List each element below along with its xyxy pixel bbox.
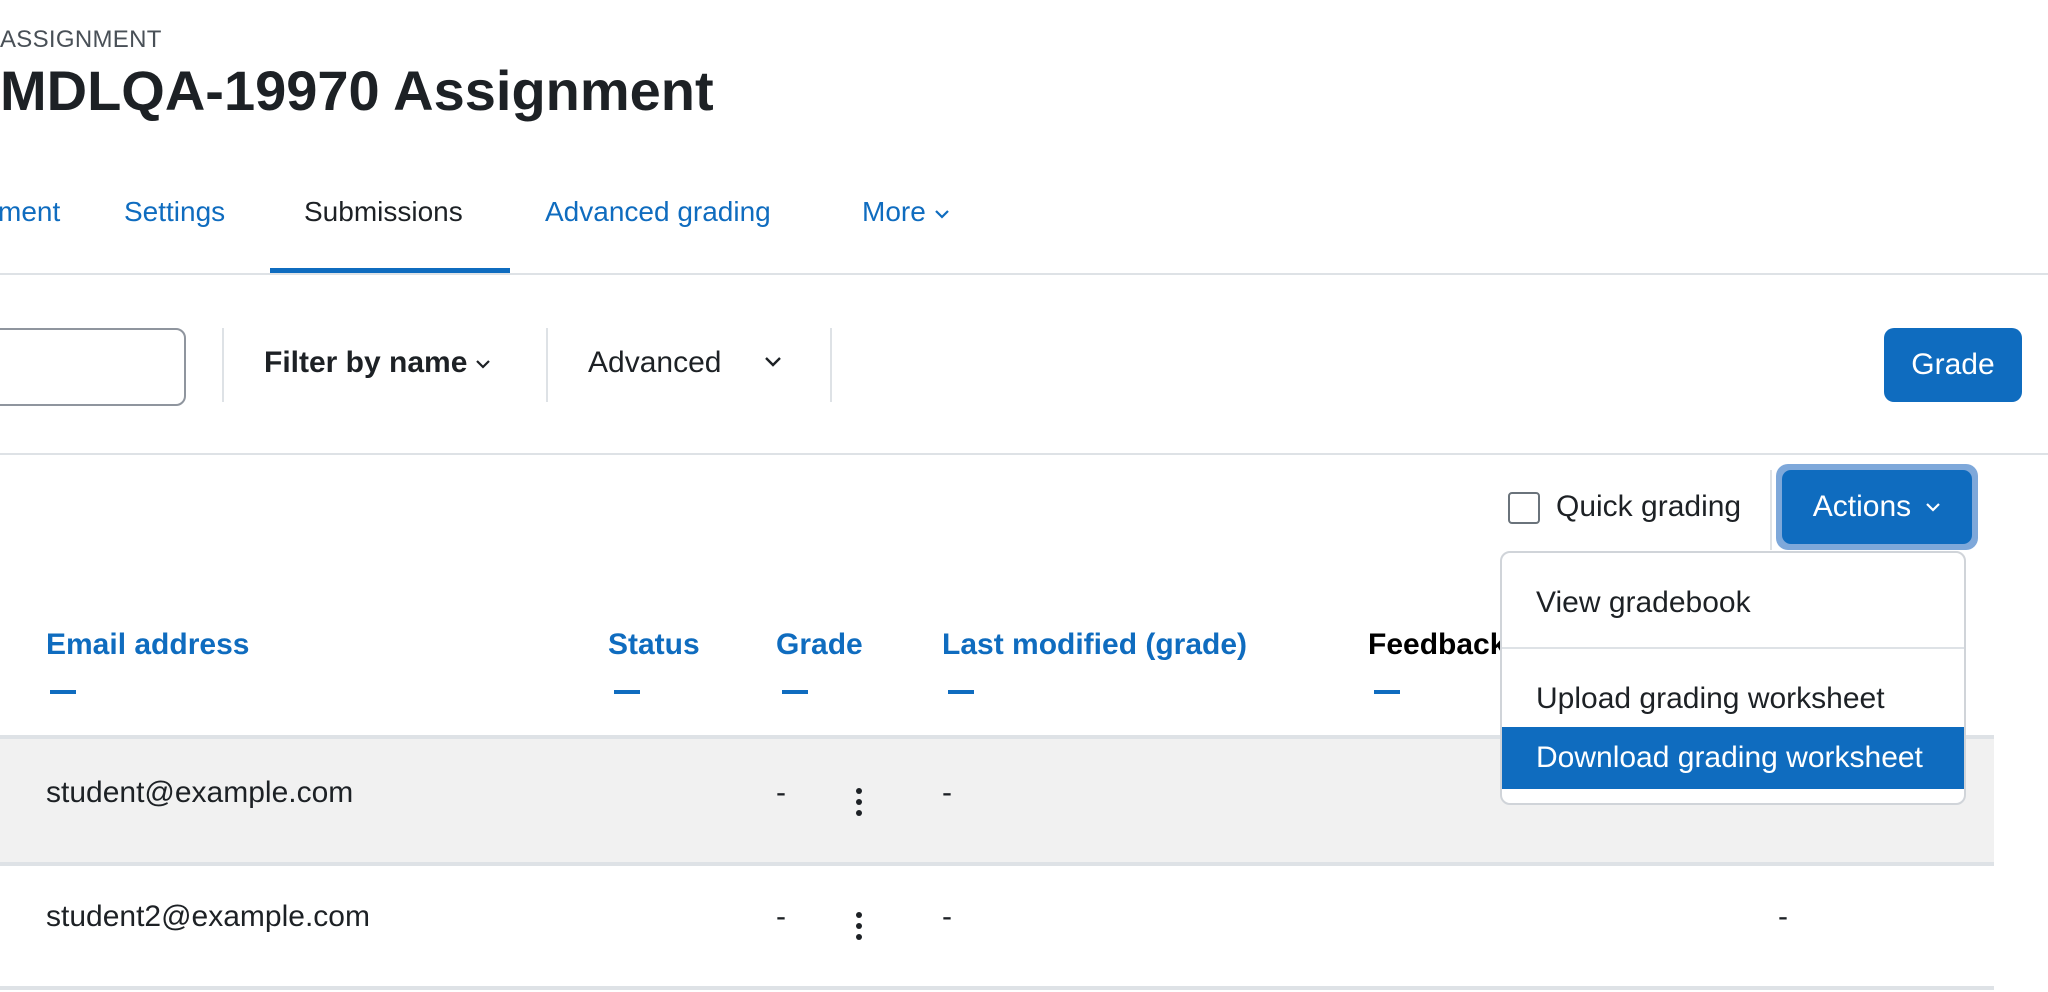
tab-submissions[interactable]: Submissions	[304, 196, 463, 228]
chevron-down-icon	[935, 209, 949, 219]
page-eyebrow: ASSIGNMENT	[0, 26, 162, 53]
collapse-column-icon[interactable]	[948, 690, 974, 694]
tab-assignment[interactable]: ment	[0, 196, 60, 228]
advanced-filter-button[interactable]: Advanced	[588, 346, 721, 380]
actions-dropdown-menu: View gradebook Upload grading worksheet …	[1500, 551, 1966, 805]
menu-item-upload-grading-worksheet[interactable]: Upload grading worksheet	[1502, 677, 1964, 721]
collapse-column-icon[interactable]	[50, 690, 76, 694]
row-divider	[0, 862, 1994, 866]
toolbar-divider-horizontal	[0, 453, 2048, 455]
grade-menu-kebab-icon[interactable]	[856, 788, 864, 821]
actions-button[interactable]: Actions	[1782, 470, 1972, 544]
options-divider	[1770, 470, 1772, 550]
cell-grade: -	[776, 900, 786, 933]
cell-grade: -	[776, 776, 786, 809]
tabs-divider	[0, 273, 2048, 275]
chevron-down-icon[interactable]	[764, 356, 782, 368]
search-input[interactable]	[0, 328, 186, 406]
cell-email: student2@example.com	[46, 900, 370, 933]
collapse-column-icon[interactable]	[1374, 690, 1400, 694]
column-header-status[interactable]: Status	[608, 628, 700, 662]
quick-grading-checkbox[interactable]	[1508, 492, 1540, 524]
menu-item-download-grading-worksheet[interactable]: Download grading worksheet	[1502, 727, 1964, 789]
chevron-down-icon	[1926, 503, 1940, 512]
column-header-grade[interactable]: Grade	[776, 628, 863, 662]
filter-by-name-button[interactable]: Filter by name	[264, 346, 491, 380]
menu-divider	[1502, 647, 1964, 649]
menu-item-view-gradebook[interactable]: View gradebook	[1502, 581, 1964, 625]
column-header-last-modified[interactable]: Last modified (grade)	[942, 628, 1247, 662]
cell-last-modified: -	[942, 900, 952, 933]
tab-settings[interactable]: Settings	[124, 196, 225, 228]
tab-more[interactable]: More	[862, 196, 950, 228]
toolbar-divider	[222, 328, 224, 402]
column-header-email[interactable]: Email address	[46, 628, 249, 662]
cell-last-modified: -	[942, 776, 952, 809]
row-divider	[0, 986, 1994, 990]
collapse-column-icon[interactable]	[614, 690, 640, 694]
column-header-feedback: Feedback	[1368, 628, 1507, 661]
page-title: MDLQA-19970 Assignment	[0, 59, 714, 122]
cell-feedback: -	[1778, 900, 1788, 933]
filter-by-name-label: Filter by name	[264, 346, 468, 379]
grade-menu-kebab-icon[interactable]	[856, 912, 864, 945]
tab-more-label: More	[862, 196, 926, 227]
toolbar-divider	[546, 328, 548, 402]
actions-label: Actions	[1812, 490, 1912, 523]
chevron-down-icon	[476, 360, 491, 369]
toolbar-divider	[830, 328, 832, 402]
collapse-column-icon[interactable]	[782, 690, 808, 694]
cell-email: student@example.com	[46, 776, 354, 809]
quick-grading-label: Quick grading	[1556, 490, 1742, 523]
grade-button[interactable]: Grade	[1884, 328, 2022, 402]
tab-advanced-grading[interactable]: Advanced grading	[545, 196, 771, 228]
